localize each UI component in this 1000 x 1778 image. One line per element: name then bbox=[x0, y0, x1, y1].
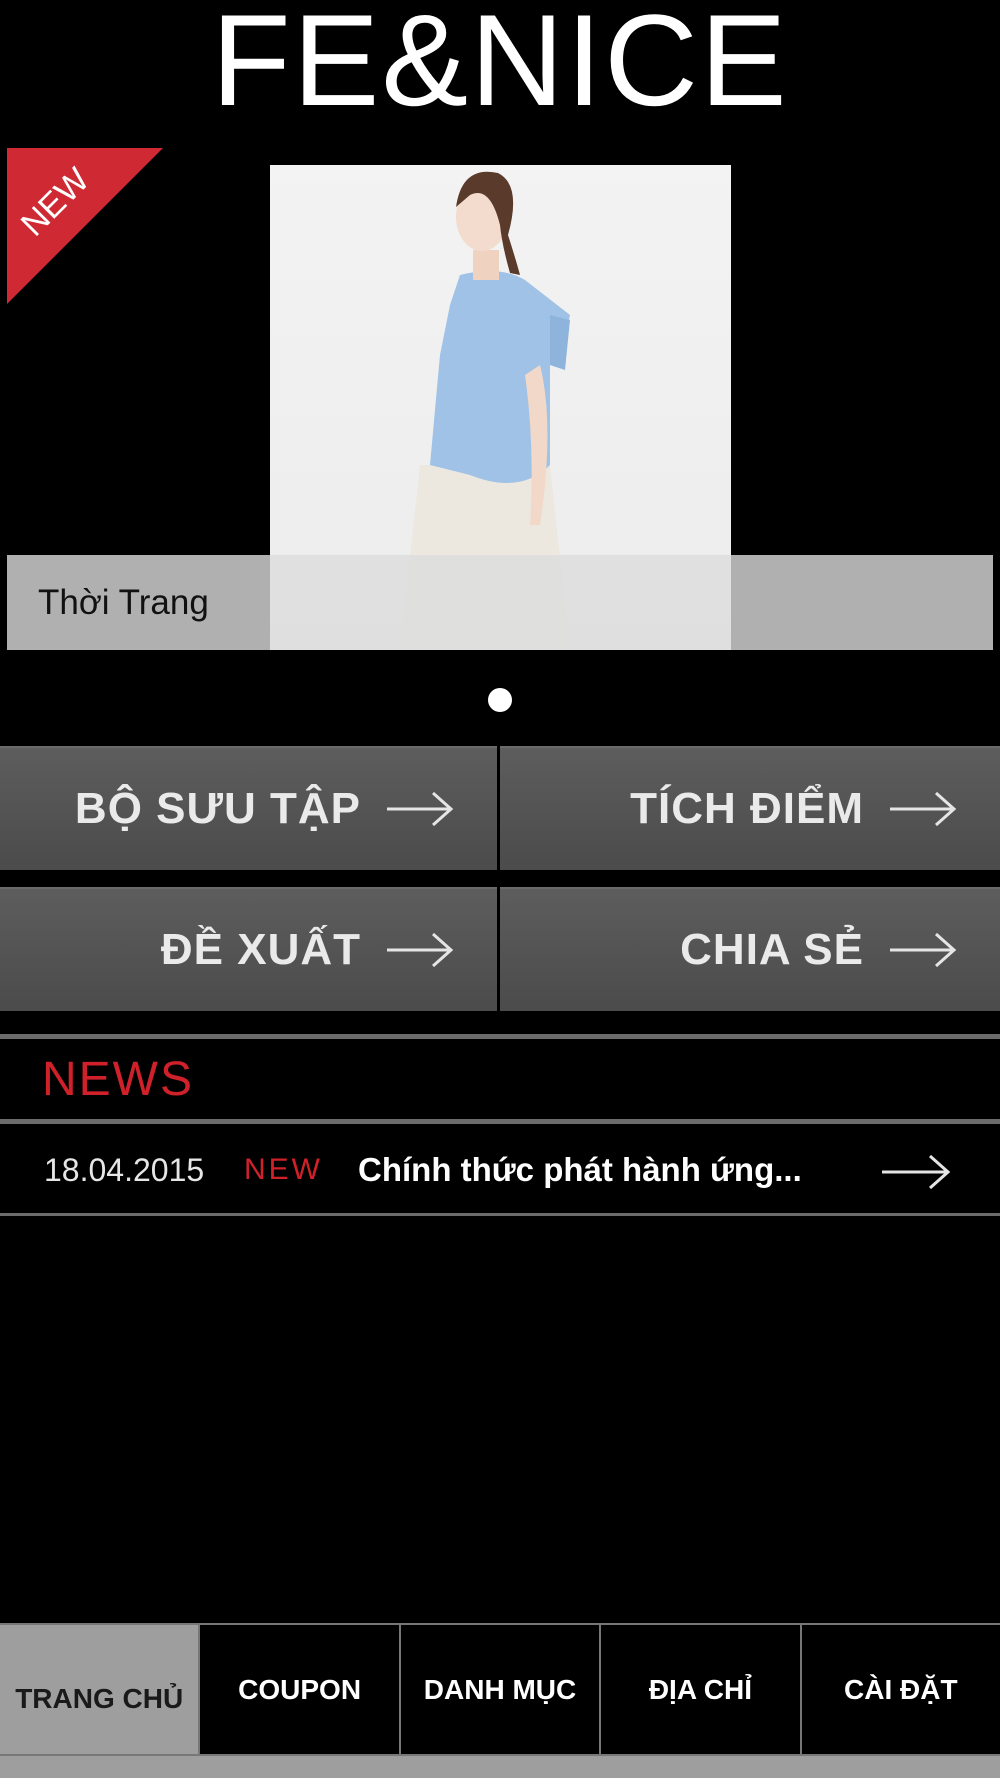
tile-label: ĐỀ XUẤT bbox=[160, 925, 361, 974]
tab-coupon[interactable]: COUPON bbox=[200, 1625, 401, 1754]
tab-address[interactable]: ĐỊA CHỈ bbox=[601, 1625, 802, 1754]
news-new-badge: NEW bbox=[244, 1153, 323, 1186]
tile-collection[interactable]: BỘ SƯU TẬP bbox=[0, 746, 497, 870]
banner-caption-bar[interactable]: Thời Trang bbox=[7, 555, 993, 650]
arrow-right-icon bbox=[387, 932, 454, 968]
banner-carousel[interactable]: NEW Thời Trang bbox=[7, 148, 993, 650]
tile-points[interactable]: TÍCH ĐIỂM bbox=[500, 746, 1000, 870]
tile-share[interactable]: CHIA SẺ bbox=[500, 887, 1000, 1011]
new-ribbon-badge: NEW bbox=[7, 148, 163, 304]
arrow-right-icon bbox=[882, 1154, 951, 1190]
tab-settings[interactable]: CÀI ĐẶT bbox=[802, 1625, 1000, 1754]
news-section-header: NEWS bbox=[0, 1034, 1000, 1124]
news-title: NEWS bbox=[42, 1052, 194, 1106]
banner-caption: Thời Trang bbox=[38, 582, 209, 622]
news-headline: Chính thức phát hành ứng... bbox=[358, 1151, 802, 1188]
bottom-strip bbox=[0, 1756, 1000, 1778]
tile-suggest[interactable]: ĐỀ XUẤT bbox=[0, 887, 497, 1011]
news-list-item[interactable]: 18.04.2015 NEW Chính thức phát hành ứng.… bbox=[0, 1124, 1000, 1216]
tile-label: TÍCH ĐIỂM bbox=[630, 784, 864, 833]
tab-home[interactable]: TRANG CHỦ bbox=[0, 1625, 201, 1754]
bottom-tab-bar: TRANG CHỦ COUPON DANH MỤC ĐỊA CHỈ CÀI ĐẶ… bbox=[0, 1623, 1000, 1756]
news-date: 18.04.2015 bbox=[44, 1151, 205, 1188]
tab-categories[interactable]: DANH MỤC bbox=[401, 1625, 602, 1754]
arrow-right-icon bbox=[387, 791, 454, 827]
app-logo: FE&NICE bbox=[211, 0, 789, 133]
tile-label: BỘ SƯU TẬP bbox=[74, 784, 361, 833]
arrow-right-icon bbox=[890, 932, 957, 968]
arrow-right-icon bbox=[890, 791, 957, 827]
carousel-page-indicator[interactable] bbox=[488, 688, 512, 712]
tile-label: CHIA SẺ bbox=[680, 925, 864, 974]
